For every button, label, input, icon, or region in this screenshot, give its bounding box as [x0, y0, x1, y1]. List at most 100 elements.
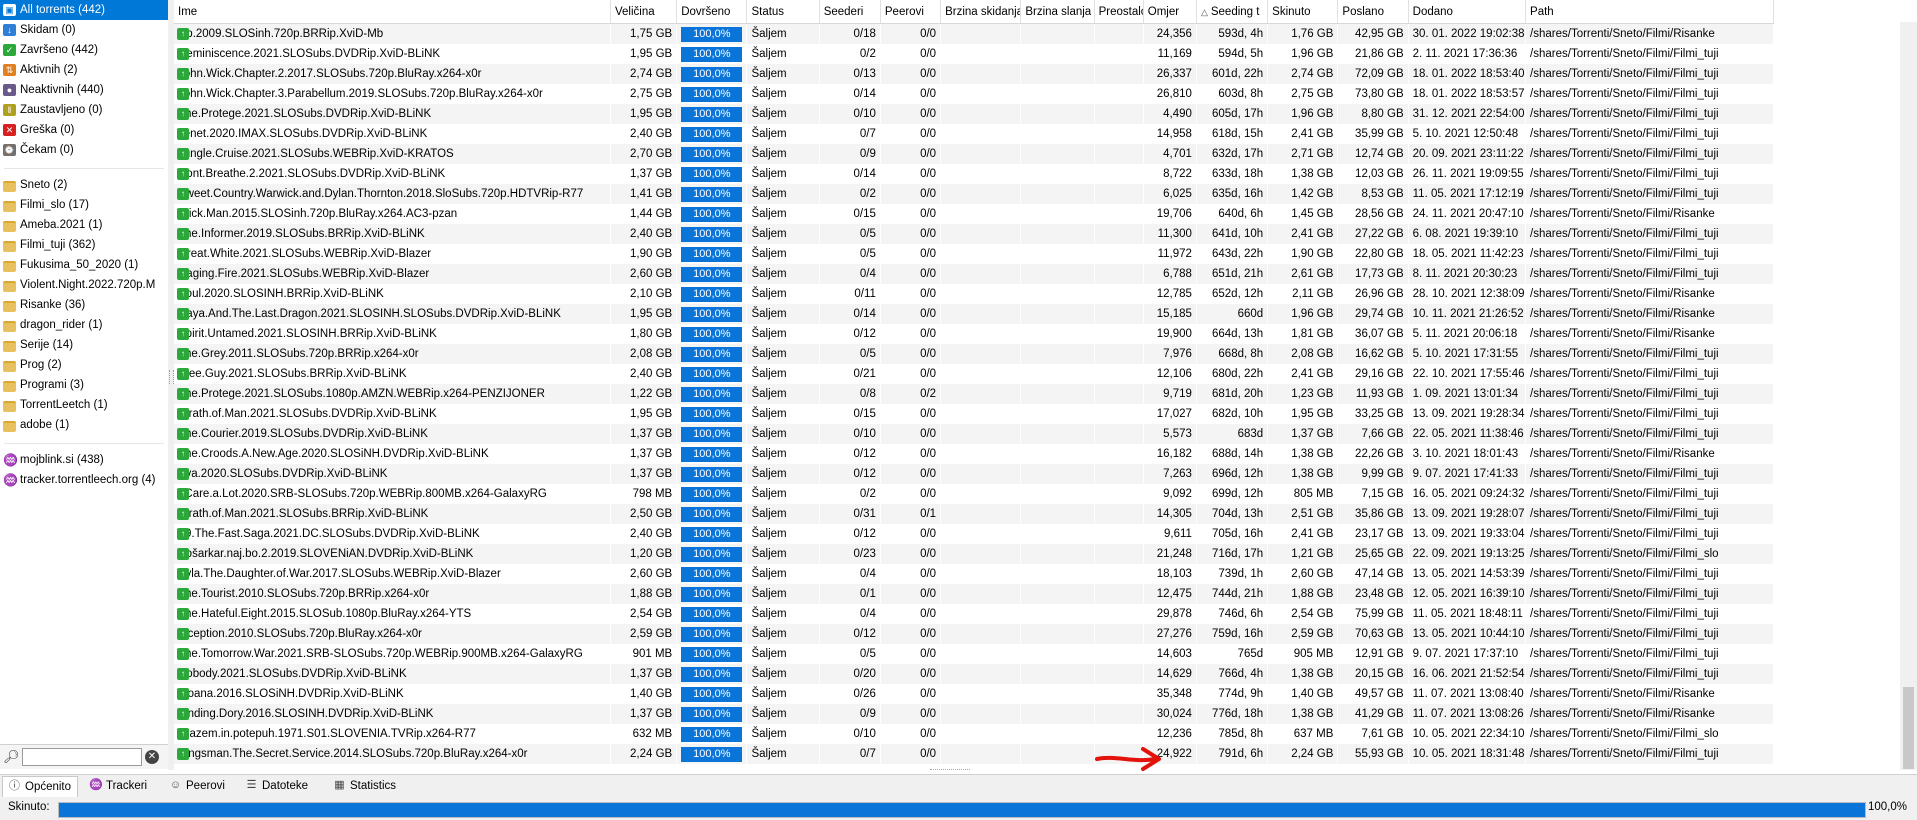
- table-row[interactable]: ↑ The.Protege.2021.SLOSubs.1080p.AMZN.WEB…: [174, 384, 1774, 404]
- table-row[interactable]: ↑ The.Grey.2011.SLOSubs.720p.BRRip.x264-x…: [174, 344, 1774, 364]
- column-header[interactable]: Ime: [174, 0, 611, 24]
- category-filter-item[interactable]: adobe (1): [0, 415, 168, 435]
- column-header[interactable]: Brzina slanja: [1020, 0, 1095, 24]
- category-filter-item[interactable]: Violent.Night.2022.720p.M: [0, 275, 168, 295]
- torrent-name-cell[interactable]: ↑ The.Informer.2019.SLOSubs.BRRip.XviD-BL…: [174, 224, 611, 244]
- torrent-name-cell[interactable]: ↑ Up.2009.SLOSinh.720p.BRRip.XviD-Mb: [174, 23, 611, 44]
- torrent-name-cell[interactable]: ↑ The.Tomorrow.War.2021.SRB-SLOSubs.720p.…: [174, 644, 611, 664]
- category-filter-item[interactable]: Ameba.2021 (1): [0, 215, 168, 235]
- category-filter-item[interactable]: Fukusima_50_2020 (1): [0, 255, 168, 275]
- status-filter-item[interactable]: ↓ Skidam (0): [0, 20, 168, 40]
- table-row[interactable]: ↑ Tenet.2020.IMAX.SLOSubs.DVDRip.XviD-BLi…: [174, 124, 1774, 144]
- torrent-name-cell[interactable]: ↑ Košarkar.naj.bo.2.2019.SLOVENiAN.DVDRip…: [174, 544, 611, 564]
- column-header[interactable]: Peerovi: [880, 0, 942, 24]
- column-header[interactable]: Dovršeno: [676, 0, 748, 24]
- tab-općenito[interactable]: ⓘ Općenito: [2, 776, 79, 797]
- status-filter-item[interactable]: ● Neaktivnih (440): [0, 80, 168, 100]
- column-header[interactable]: Omjer: [1143, 0, 1197, 24]
- table-row[interactable]: ↑ Sweet.Country.Warwick.and.Dylan.Thornto…: [174, 184, 1774, 204]
- tab-datoteke[interactable]: ☰ Datoteke: [240, 776, 314, 796]
- status-filter-item[interactable]: ⇅ Aktivnih (2): [0, 60, 168, 80]
- torrent-name-cell[interactable]: ↑ Great.White.2021.SLOSubs.WEBRip.XviD-Bl…: [174, 244, 611, 264]
- table-row[interactable]: ↑ Free.Guy.2021.SLOSubs.BRRip.XviD-BLiNK 2…: [174, 364, 1774, 384]
- category-filter-item[interactable]: Prog (2): [0, 355, 168, 375]
- column-header[interactable]: Seederi: [819, 0, 881, 24]
- table-row[interactable]: ↑ Wrath.of.Man.2021.SLOSubs.DVDRip.XviD-B…: [174, 404, 1774, 424]
- filter-search-input[interactable]: [22, 748, 142, 766]
- torrent-name-cell[interactable]: ↑ The.Croods.A.New.Age.2020.SLOSiNH.DVDRi…: [174, 444, 611, 464]
- table-row[interactable]: ↑ Jungle.Cruise.2021.SLOSubs.WEBRip.XviD-…: [174, 144, 1774, 164]
- category-filter-item[interactable]: Sneto (2): [0, 175, 168, 195]
- tracker-filter-item[interactable]: ♒ tracker.torrentleech.org (4): [0, 470, 168, 490]
- table-row[interactable]: ↑ Kingsman.The.Secret.Service.2014.SLOSub…: [174, 744, 1774, 764]
- column-header[interactable]: Preostalo: [1094, 0, 1144, 24]
- table-row[interactable]: ↑ Stick.Man.2015.SLOSinh.720p.BluRay.x264…: [174, 204, 1774, 224]
- table-row[interactable]: ↑ Inception.2010.SLOSubs.720p.BluRay.x264…: [174, 624, 1774, 644]
- scrollbar-thumb[interactable]: [1903, 687, 1914, 769]
- torrent-name-cell[interactable]: ↑ Reminiscence.2021.SLOSubs.DVDRip.XviD-B…: [174, 44, 611, 64]
- column-header[interactable]: △ Seeding t: [1196, 0, 1269, 24]
- category-filter-item[interactable]: Serije (14): [0, 335, 168, 355]
- category-filter-item[interactable]: Filmi_tuji (362): [0, 235, 168, 255]
- table-row[interactable]: ↑ Wrath.of.Man.2021.SLOSubs.BRRip.XviD-BL…: [174, 504, 1774, 524]
- torrent-name-cell[interactable]: ↑ Erazem.in.potepuh.1971.S01.SLOVENIA.TVR…: [174, 724, 611, 744]
- status-filter-item[interactable]: ✓ Završeno (442): [0, 40, 168, 60]
- table-row[interactable]: ↑ Up.2009.SLOSinh.720p.BRRip.XviD-Mb 1,75 …: [174, 23, 1774, 44]
- torrent-name-cell[interactable]: ↑ Finding.Dory.2016.SLOSINH.DVDRip.XviD-B…: [174, 704, 611, 724]
- torrent-name-cell[interactable]: ↑ Kingsman.The.Secret.Service.2014.SLOSub…: [174, 744, 611, 764]
- table-row[interactable]: ↑ Raya.And.The.Last.Dragon.2021.SLOSINH.S…: [174, 304, 1774, 324]
- status-filter-item[interactable]: ▣ All torrents (442): [0, 0, 168, 20]
- torrent-name-cell[interactable]: ↑ The.Hateful.Eight.2015.SLOSub.1080p.Blu…: [174, 604, 611, 624]
- tab-trackeri[interactable]: ♒ Trackeri: [84, 776, 153, 796]
- torrent-name-cell[interactable]: ↑ Stick.Man.2015.SLOSinh.720p.BluRay.x264…: [174, 204, 611, 224]
- table-row[interactable]: ↑ Moana.2016.SLOSiNH.DVDRip.XviD-BLiNK 1,4…: [174, 684, 1774, 704]
- torrent-name-cell[interactable]: ↑ Tenet.2020.IMAX.SLOSubs.DVDRip.XviD-BLi…: [174, 124, 611, 144]
- torrent-name-cell[interactable]: ↑ Free.Guy.2021.SLOSubs.BRRip.XviD-BLiNK: [174, 364, 611, 384]
- torrent-name-cell[interactable]: ↑ Soul.2020.SLOSINH.BRRip.XviD-BLiNK: [174, 284, 611, 304]
- torrent-name-cell[interactable]: ↑ Wrath.of.Man.2021.SLOSubs.DVDRip.XviD-B…: [174, 404, 611, 424]
- table-row[interactable]: ↑ Reminiscence.2021.SLOSubs.DVDRip.XviD-B…: [174, 44, 1774, 64]
- column-header[interactable]: Dodano: [1408, 0, 1527, 24]
- table-row[interactable]: ↑ I.Care.a.Lot.2020.SRB-SLOSubs.720p.WEBR…: [174, 484, 1774, 504]
- category-filter-item[interactable]: dragon_rider (1): [0, 315, 168, 335]
- torrent-name-cell[interactable]: ↑ Moana.2016.SLOSiNH.DVDRip.XviD-BLiNK: [174, 684, 611, 704]
- column-header[interactable]: Status: [746, 0, 820, 24]
- torrent-name-cell[interactable]: ↑ Nobody.2021.SLOSubs.DVDRip.XviD-BLiNK: [174, 664, 611, 684]
- table-row[interactable]: ↑ Dont.Breathe.2.2021.SLOSubs.DVDRip.XviD…: [174, 164, 1774, 184]
- table-row[interactable]: ↑ Soul.2020.SLOSINH.BRRip.XviD-BLiNK 2,10 …: [174, 284, 1774, 304]
- table-row[interactable]: ↑ Erazem.in.potepuh.1971.S01.SLOVENIA.TVR…: [174, 724, 1774, 744]
- table-row[interactable]: ↑ Raging.Fire.2021.SLOSubs.WEBRip.XviD-Bl…: [174, 264, 1774, 284]
- table-row[interactable]: ↑ The.Courier.2019.SLOSubs.DVDRip.XviD-BL…: [174, 424, 1774, 444]
- torrent-name-cell[interactable]: ↑ Raya.And.The.Last.Dragon.2021.SLOSINH.S…: [174, 304, 611, 324]
- torrent-name-cell[interactable]: ↑ F9.The.Fast.Saga.2021.DC.SLOSubs.DVDRip…: [174, 524, 611, 544]
- clear-search-icon[interactable]: ✕: [145, 750, 159, 764]
- table-row[interactable]: ↑ The.Tourist.2010.SLOSubs.720p.BRRip.x26…: [174, 584, 1774, 604]
- vertical-scrollbar[interactable]: [1900, 22, 1917, 770]
- status-filter-item[interactable]: ✕ Greška (0): [0, 120, 168, 140]
- tab-statistics[interactable]: ▦ Statistics: [328, 776, 402, 796]
- table-row[interactable]: ↑ Great.White.2021.SLOSubs.WEBRip.XviD-Bl…: [174, 244, 1774, 264]
- tab-peerovi[interactable]: ☺ Peerovi: [164, 776, 231, 796]
- torrent-name-cell[interactable]: ↑ Inception.2010.SLOSubs.720p.BluRay.x264…: [174, 624, 611, 644]
- status-filter-item[interactable]: ⌚ Čekam (0): [0, 140, 168, 160]
- table-row[interactable]: ↑ John.Wick.Chapter.2.2017.SLOSubs.720p.B…: [174, 64, 1774, 84]
- torrent-name-cell[interactable]: ↑ The.Tourist.2010.SLOSubs.720p.BRRip.x26…: [174, 584, 611, 604]
- category-filter-item[interactable]: Programi (3): [0, 375, 168, 395]
- column-header[interactable]: Path: [1525, 0, 1774, 24]
- torrent-name-cell[interactable]: ↑ The.Protege.2021.SLOSubs.DVDRip.XviD-BL…: [174, 104, 611, 124]
- table-row[interactable]: ↑ The.Croods.A.New.Age.2020.SLOSiNH.DVDRi…: [174, 444, 1774, 464]
- torrent-name-cell[interactable]: ↑ Dont.Breathe.2.2021.SLOSubs.DVDRip.XviD…: [174, 164, 611, 184]
- torrent-name-cell[interactable]: ↑ Jungle.Cruise.2021.SLOSubs.WEBRip.XviD-…: [174, 144, 611, 164]
- table-row[interactable]: ↑ Nobody.2021.SLOSubs.DVDRip.XviD-BLiNK 1,…: [174, 664, 1774, 684]
- torrent-name-cell[interactable]: ↑ Wrath.of.Man.2021.SLOSubs.BRRip.XviD-BL…: [174, 504, 611, 524]
- tracker-filter-item[interactable]: ♒ mojblink.si (438): [0, 450, 168, 470]
- column-header[interactable]: Brzina skidanja: [940, 0, 1022, 24]
- table-row[interactable]: ↑ Finding.Dory.2016.SLOSINH.DVDRip.XviD-B…: [174, 704, 1774, 724]
- status-filter-item[interactable]: ‖ Zaustavljeno (0): [0, 100, 168, 120]
- table-row[interactable]: ↑ Košarkar.naj.bo.2.2019.SLOVENiAN.DVDRip…: [174, 544, 1774, 564]
- category-filter-item[interactable]: TorrentLeetch (1): [0, 395, 168, 415]
- torrent-name-cell[interactable]: ↑ Ava.2020.SLOSubs.DVDRip.XviD-BLiNK: [174, 464, 611, 484]
- torrent-name-cell[interactable]: ↑ The.Courier.2019.SLOSubs.DVDRip.XviD-BL…: [174, 424, 611, 444]
- torrent-name-cell[interactable]: ↑ Raging.Fire.2021.SLOSubs.WEBRip.XviD-Bl…: [174, 264, 611, 284]
- table-row[interactable]: ↑ John.Wick.Chapter.3.Parabellum.2019.SLO…: [174, 84, 1774, 104]
